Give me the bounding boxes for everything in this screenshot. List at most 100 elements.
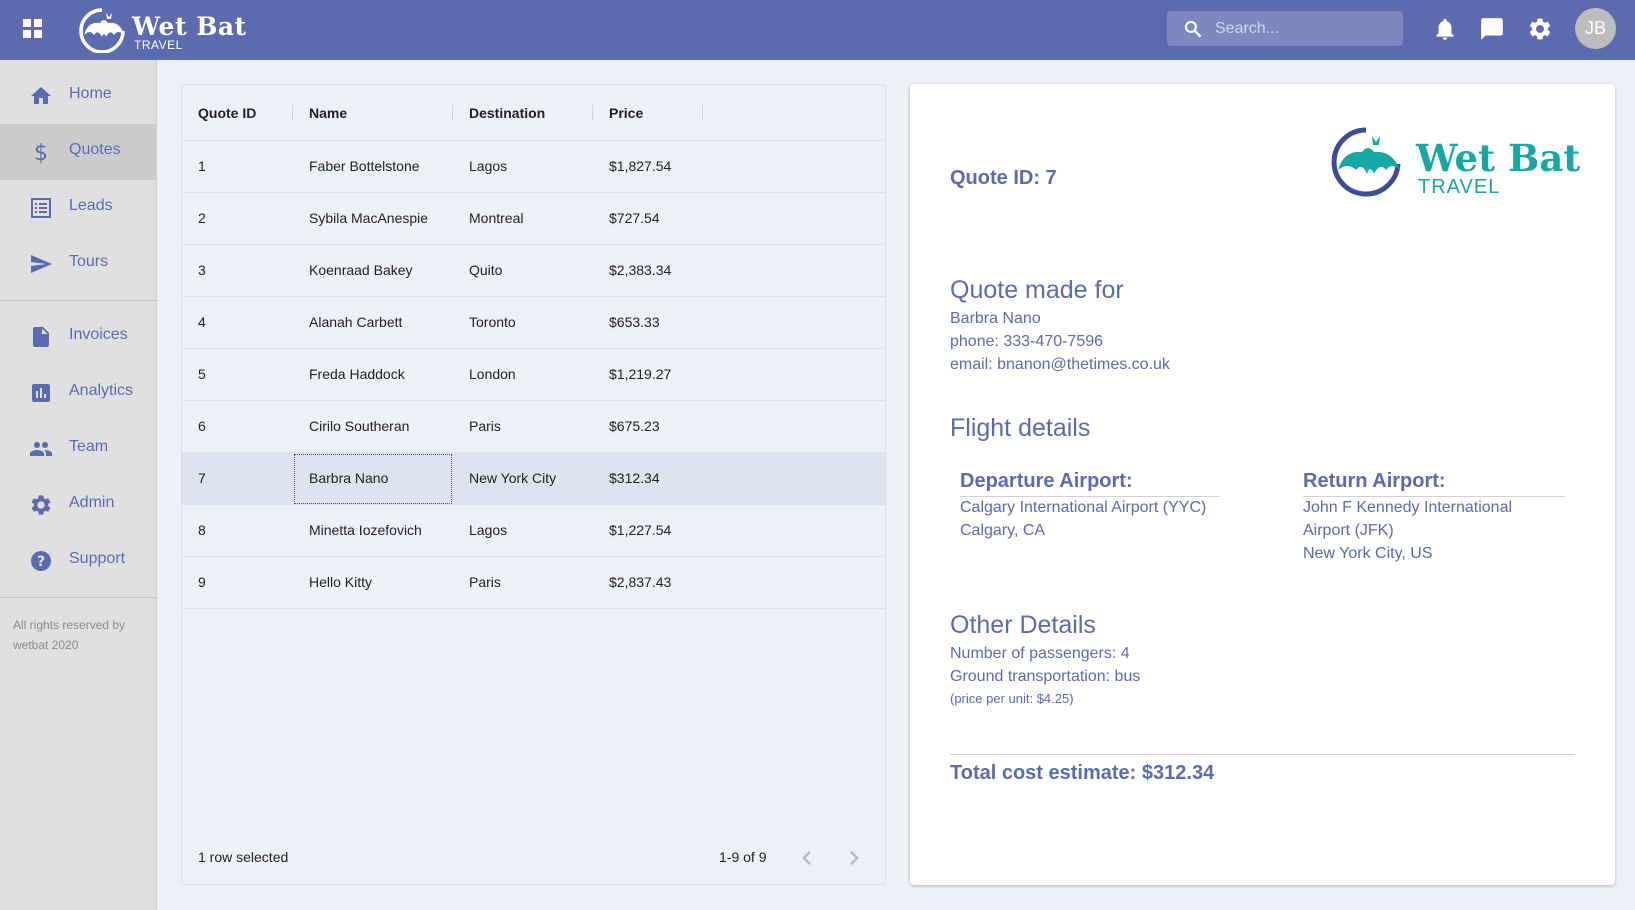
apps-grid-icon[interactable] xyxy=(23,19,42,38)
cell-price: $1,227.54 xyxy=(609,522,672,538)
search-icon xyxy=(1184,20,1202,38)
column-header-quote-id[interactable]: Quote ID xyxy=(198,105,256,121)
cell-destination: Paris xyxy=(469,418,501,434)
column-separator[interactable] xyxy=(592,105,593,121)
other-details-heading: Other Details xyxy=(950,611,1096,639)
document-icon xyxy=(33,327,49,347)
brand-subtitle: TRAVEL xyxy=(134,38,183,52)
send-icon xyxy=(31,255,52,273)
sidebar-divider xyxy=(0,597,156,598)
sidebar-item-analytics[interactable]: Analytics xyxy=(0,365,156,421)
column-separator[interactable] xyxy=(702,105,703,121)
ground-transportation: Ground transportation: bus xyxy=(950,668,1141,685)
cell-destination: Lagos xyxy=(469,522,508,538)
cell-destination: Paris xyxy=(469,574,501,590)
svg-text:?: ? xyxy=(37,554,45,570)
sidebar-item-support[interactable]: ? Support xyxy=(0,533,156,589)
settings-icon[interactable] xyxy=(1527,16,1553,42)
cell-price: $675.23 xyxy=(609,418,660,434)
sidebar-item-label: Invoices xyxy=(69,326,128,343)
cell-name: Cirilo Southeran xyxy=(309,418,410,434)
sidebar-item-label: Leads xyxy=(69,197,113,214)
sidebar-item-label: Admin xyxy=(69,494,115,511)
table-row[interactable]: 2 Sybila MacAnespie Montreal $727.54 xyxy=(182,193,885,245)
cell-destination: Montreal xyxy=(469,210,524,226)
sidebar-item-home[interactable]: Home xyxy=(0,68,156,124)
column-header-name[interactable]: Name xyxy=(309,105,347,121)
customer-email: email: bnanon@thetimes.co.uk xyxy=(950,356,1170,373)
people-icon xyxy=(30,442,52,456)
sidebar-item-invoices[interactable]: Invoices xyxy=(0,309,156,365)
sidebar-item-leads[interactable]: Leads xyxy=(0,180,156,236)
cell-price: $312.34 xyxy=(609,470,660,486)
table-row[interactable]: 3 Koenraad Bakey Quito $2,383.34 xyxy=(182,245,885,297)
column-header-price[interactable]: Price xyxy=(609,105,643,121)
table-row[interactable]: 4 Alanah Carbett Toronto $653.33 xyxy=(182,297,885,349)
return-divider xyxy=(1303,496,1565,497)
table-row[interactable]: 1 Faber Bottelstone Lagos $1,827.54 xyxy=(182,141,885,193)
return-airport-line-1: John F Kennedy International xyxy=(1303,499,1513,516)
table-row-selected[interactable]: 7 Barbra Nano New York City $312.34 xyxy=(182,453,885,505)
unit-price-note: (price per unit: $4.25) xyxy=(950,691,1074,706)
quote-made-for-heading: Quote made for xyxy=(950,276,1124,304)
column-header-destination[interactable]: Destination xyxy=(469,105,545,121)
sidebar-item-label: Tours xyxy=(69,253,109,270)
dollar-icon: $ xyxy=(34,141,48,164)
sidebar: Home $ Quotes Leads Tours Invoices Analy… xyxy=(0,60,157,910)
brand-logo[interactable]: Wet Bat TRAVEL xyxy=(72,5,246,53)
sidebar-item-label: Home xyxy=(69,85,112,102)
brand-name: Wet Bat xyxy=(132,12,247,41)
cell-destination: Toronto xyxy=(469,314,516,330)
cell-quote-id: 3 xyxy=(198,262,206,278)
sidebar-item-admin[interactable]: Admin xyxy=(0,477,156,533)
sidebar-item-quotes[interactable]: $ Quotes xyxy=(0,124,156,180)
table-row[interactable]: 9 Hello Kitty Paris $2,837.43 xyxy=(182,557,885,609)
cell-quote-id: 7 xyxy=(198,470,206,486)
cell-destination: Quito xyxy=(469,262,503,278)
brand-subtitle: TRAVEL xyxy=(1418,176,1501,198)
return-airport-label: Return Airport: xyxy=(1303,470,1446,492)
table-row[interactable]: 6 Cirilo Southeran Paris $675.23 xyxy=(182,401,885,453)
cell-quote-id: 5 xyxy=(198,366,206,382)
chat-icon[interactable] xyxy=(1479,16,1505,42)
cell-name: Barbra Nano xyxy=(309,470,389,486)
search-input[interactable] xyxy=(1215,11,1395,46)
user-avatar[interactable]: JB xyxy=(1575,8,1616,49)
brand-logo-large: Wet Bat TRAVEL xyxy=(1322,124,1582,200)
search-box[interactable] xyxy=(1167,11,1403,46)
pagination-range: 1-9 of 9 xyxy=(719,849,767,865)
sidebar-item-label: Team xyxy=(69,438,109,455)
cell-quote-id: 6 xyxy=(198,418,206,434)
departure-airport: Calgary International Airport (YYC) xyxy=(960,499,1207,516)
cell-quote-id: 4 xyxy=(198,314,206,330)
cell-name: Hello Kitty xyxy=(309,574,373,590)
next-page-icon[interactable] xyxy=(839,843,869,873)
quotes-table: Quote ID Name Destination Price 1 Faber … xyxy=(181,84,886,885)
table-header: Quote ID Name Destination Price xyxy=(182,85,885,141)
column-separator[interactable] xyxy=(452,105,453,121)
sidebar-item-tours[interactable]: Tours xyxy=(0,236,156,292)
bat-logo-icon xyxy=(79,8,125,53)
table-row[interactable]: 5 Freda Haddock London $1,219.27 xyxy=(182,349,885,401)
selected-row-count: 1 row selected xyxy=(198,849,289,865)
column-separator[interactable] xyxy=(292,105,293,121)
total-divider xyxy=(950,754,1575,755)
sidebar-item-team[interactable]: Team xyxy=(0,421,156,477)
cell-destination: Lagos xyxy=(469,158,508,174)
cell-price: $1,827.54 xyxy=(609,158,672,174)
cell-name: Freda Haddock xyxy=(309,366,405,382)
cell-price: $653.33 xyxy=(609,314,660,330)
cell-name: Sybila MacAnespie xyxy=(309,210,429,226)
departure-divider xyxy=(960,496,1220,497)
table-row[interactable]: 8 Minetta Iozefovich Lagos $1,227.54 xyxy=(182,505,885,557)
sidebar-item-label: Analytics xyxy=(69,382,134,399)
home-icon xyxy=(31,87,51,104)
cell-price: $1,219.27 xyxy=(609,366,672,382)
bell-icon[interactable] xyxy=(1432,16,1458,42)
quote-id-heading: Quote ID: 7 xyxy=(950,167,1057,189)
previous-page-icon[interactable] xyxy=(792,843,822,873)
cell-destination: New York City xyxy=(469,470,557,486)
cell-quote-id: 1 xyxy=(198,158,206,174)
list-icon xyxy=(31,198,51,218)
departure-city: Calgary, CA xyxy=(960,522,1046,539)
